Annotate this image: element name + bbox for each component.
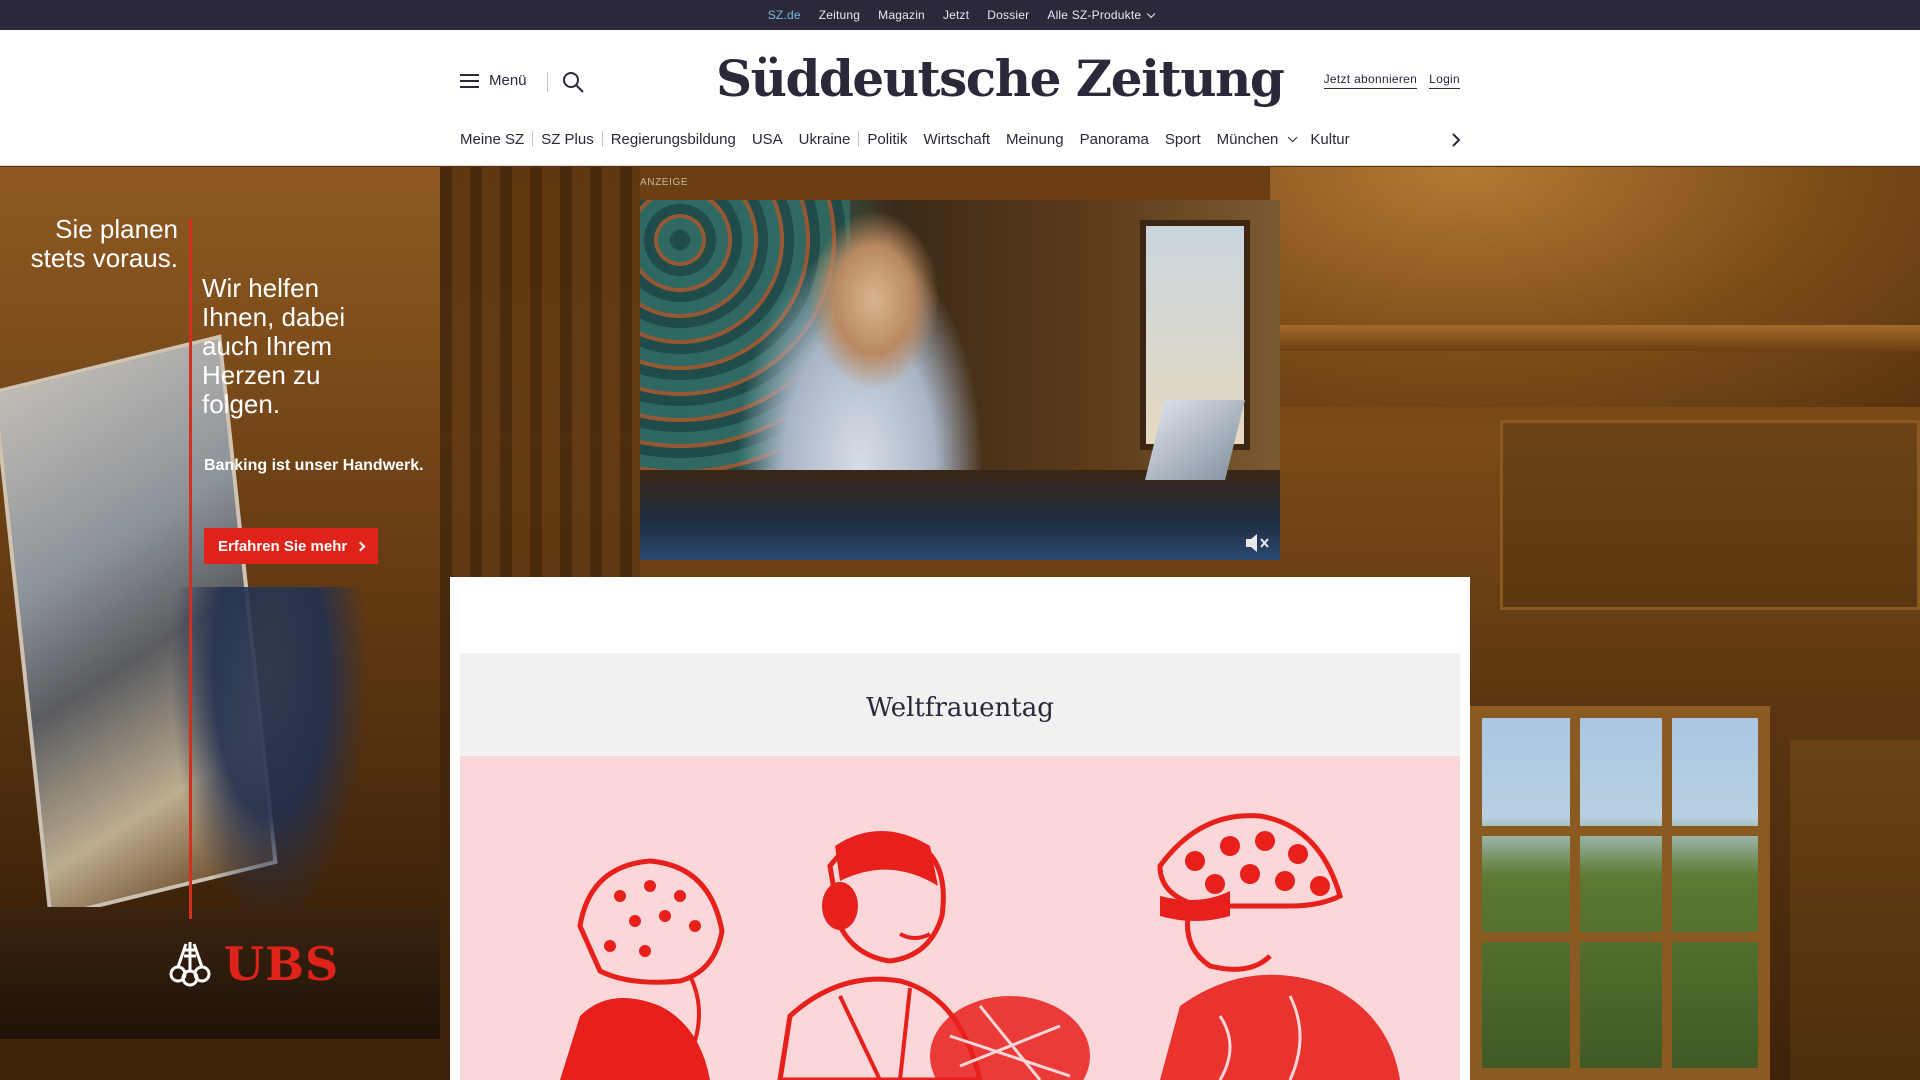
ubs-brand-text: UBS [224, 937, 340, 991]
search-icon[interactable] [562, 71, 584, 93]
nav-item-panorama[interactable]: Panorama [1072, 131, 1157, 148]
speaker-muted-icon[interactable] [1244, 532, 1270, 554]
nav-item-politik[interactable]: Politik [859, 131, 915, 148]
login-link[interactable]: Login [1429, 72, 1460, 89]
menu-button[interactable]: Menü [460, 72, 527, 89]
ad-tagline-1: Sie planen stets voraus. [30, 214, 178, 273]
subscribe-link[interactable]: Jetzt abonnieren [1323, 72, 1418, 89]
topbar-link-szde[interactable]: SZ.de [759, 8, 810, 32]
nav-item-sport[interactable]: Sport [1157, 131, 1209, 148]
chevron-right-icon[interactable] [1446, 130, 1466, 150]
nav-item-muenchen[interactable]: München [1209, 131, 1303, 148]
nav-item-meinung[interactable]: Meinung [998, 131, 1072, 148]
ad-tagline-3: Banking ist unser Handwerk. [204, 457, 424, 474]
chevron-right-icon [355, 541, 366, 551]
nav-item-meine-sz[interactable]: Meine SZ [460, 131, 532, 148]
background-arch [1270, 167, 1920, 407]
topbar-link-zeitung[interactable]: Zeitung [810, 8, 869, 22]
background-arch-molding [1270, 325, 1920, 351]
topbar-link-jetzt[interactable]: Jetzt [934, 8, 978, 22]
window-panes [1482, 718, 1758, 1068]
background-right-panel [1790, 740, 1920, 1080]
site-logo[interactable]: Süddeutsche Zeitung [716, 44, 1285, 114]
background-window [1470, 706, 1770, 1080]
ad-tagline-2: Wir helfen Ihnen, dabei auch Ihrem Herze… [202, 273, 346, 419]
chevron-down-icon [1147, 9, 1156, 19]
illustration-drawing [560, 813, 1400, 1080]
top-bar: SZ.de Zeitung Magazin Jetzt Dossier Alle… [0, 0, 1920, 32]
ad-red-divider [189, 219, 192, 919]
video-ad[interactable] [640, 200, 1280, 560]
video-person [720, 210, 1000, 510]
nav-item-regierungsbildung[interactable]: Regierungsbildung [603, 131, 744, 148]
topbar-link-all-products-label: Alle SZ-Produkte [1047, 8, 1142, 22]
menu-label: Menü [489, 72, 527, 89]
nav-item-muenchen-label: München [1216, 130, 1279, 148]
menu-divider [547, 72, 548, 92]
main-nav: Meine SZ SZ Plus Regierungsbildung USA U… [460, 124, 1358, 154]
nav-item-wirtschaft[interactable]: Wirtschaft [915, 131, 998, 148]
ad-painter-figure [170, 587, 370, 927]
site-header: Menü Süddeutsche Zeitung Jetzt abonniere… [0, 30, 1920, 166]
skyscraper-ad[interactable]: Sie planen stets voraus. Wir helfen Ihne… [0, 167, 440, 1039]
nav-item-ukraine[interactable]: Ukraine [791, 131, 859, 148]
ad-label: ANZEIGE [640, 177, 689, 188]
ubs-keys-icon [169, 942, 211, 987]
main-content: Weltfrauentag [450, 577, 1470, 1080]
topbar-link-all-products[interactable]: Alle SZ-Produkte [1038, 8, 1161, 22]
ad-cta-button[interactable]: Erfahren Sie mehr [204, 528, 379, 564]
nav-item-sz-plus[interactable]: SZ Plus [533, 131, 602, 148]
video-desk [640, 470, 1280, 560]
section-weltfrauentag: Weltfrauentag [460, 653, 1460, 1080]
account-links: Jetzt abonnieren Login [1323, 72, 1460, 89]
topbar-link-magazin[interactable]: Magazin [869, 8, 934, 22]
nav-item-usa[interactable]: USA [744, 131, 791, 148]
hamburger-icon [460, 73, 479, 88]
nav-item-kultur[interactable]: Kultur [1302, 131, 1357, 148]
background-wall-panel [1500, 420, 1920, 610]
topbar-link-dossier[interactable]: Dossier [978, 8, 1038, 22]
ubs-logo[interactable]: UBS [164, 937, 339, 991]
section-title[interactable]: Weltfrauentag [460, 653, 1460, 756]
chevron-down-icon [1288, 131, 1298, 142]
ad-cta-label: Erfahren Sie mehr [218, 537, 348, 555]
section-illustration[interactable] [460, 756, 1460, 1080]
